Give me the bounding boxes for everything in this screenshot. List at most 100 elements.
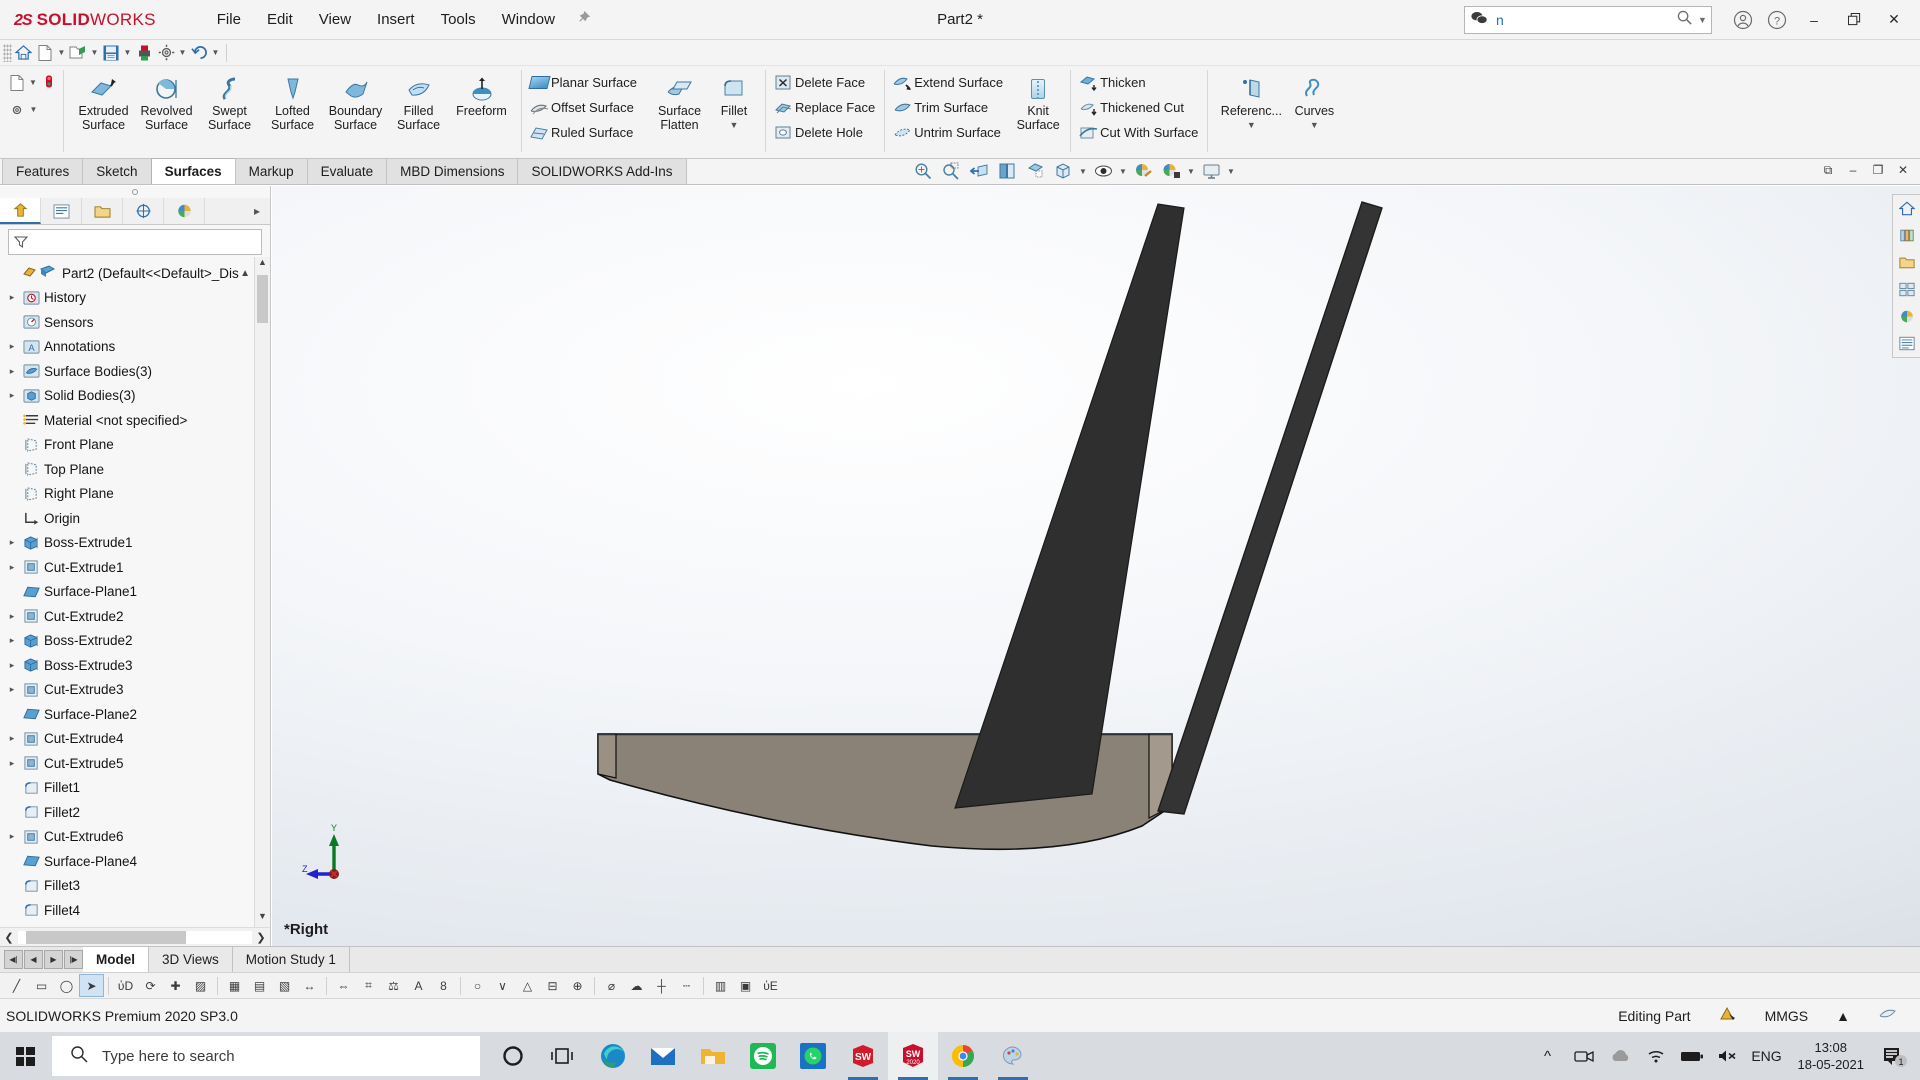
expand-arrow-icon[interactable]: ▸ [4,660,20,671]
search-magnifier-icon[interactable] [1677,10,1692,29]
weld-symbol-icon[interactable]: △ [515,974,540,997]
open-dropdown-caret-icon[interactable]: ▼ [89,48,100,57]
search-dropdown-caret-icon[interactable]: ▼ [1698,15,1707,25]
view-orientation-icon[interactable] [1022,158,1048,184]
panel-tabs-overflow-icon[interactable]: ▸ [254,204,270,218]
tree-node[interactable]: ▸ Solid Bodies(3) [0,384,270,409]
knit-surface-button[interactable]: Knit Surface [1014,69,1062,132]
tree-node[interactable]: Origin [0,506,270,531]
document-minimize-button[interactable]: – [1842,160,1864,180]
rotate-view-icon[interactable]: ⟳ [138,974,163,997]
tree-node[interactable]: Fillet3 [0,874,270,899]
view-palette-icon[interactable] [1893,276,1920,303]
property-manager-tab[interactable] [41,198,82,224]
select-tool-icon[interactable]: ➤ [79,974,104,997]
solidworks-icon[interactable]: SW [838,1032,888,1080]
expand-arrow-icon[interactable]: ▸ [4,366,20,377]
scrollbar-thumb[interactable] [26,931,186,944]
tree-node[interactable]: Fillet4 [0,898,270,923]
feature-tree-scrollbar-vertical[interactable]: ▲ ▼ [254,257,270,927]
expand-arrow-icon[interactable]: ▸ [4,390,20,401]
options-dropdown-caret-icon[interactable]: ▼ [177,48,188,57]
scroll-down-arrow-icon[interactable]: ▼ [255,911,270,927]
solidworks-search-box[interactable]: ▼ [1464,6,1712,34]
save-dropdown-caret-icon[interactable]: ▼ [122,48,133,57]
trim-surface-button[interactable]: Trim Surface [888,95,1009,120]
zoom-to-fit-icon[interactable] [910,158,936,184]
next-tab-button[interactable]: ▶ [44,950,63,969]
offset-surface-button[interactable]: Offset Surface [525,95,643,120]
search-input[interactable] [1496,12,1677,28]
rebuild-icon[interactable] [38,72,60,94]
notifications-icon[interactable]: 1 [1874,1032,1916,1080]
centerline-icon[interactable]: ┄ [674,974,699,997]
volume-muted-icon[interactable] [1710,1032,1746,1080]
tree-root-node[interactable]: Part2 (Default<<Default>_Dis ▲ [0,261,270,286]
tree-node[interactable]: Surface-Plane2 [0,702,270,727]
apply-scene-icon[interactable] [1158,158,1184,184]
expand-arrow-icon[interactable]: ▸ [4,341,20,352]
boundary-surface-button[interactable]: Boundary Surface [324,69,387,132]
expand-arrow-icon[interactable]: ▸ [4,831,20,842]
reference-dropdown-caret-icon[interactable]: ▼ [1247,120,1256,130]
section-view-icon[interactable] [994,158,1020,184]
hole-callout-icon[interactable]: ⌀ [599,974,624,997]
undo-icon[interactable] [188,42,210,64]
solidworks-2020-icon[interactable]: SW 2020 [888,1032,938,1080]
smart-dimension-icon[interactable]: ⇔ [331,974,356,997]
expand-arrow-icon[interactable]: ▸ [4,635,20,646]
window-close-button[interactable]: ✕ [1874,4,1914,36]
fillet-button[interactable]: Fillet ▼ [711,69,757,130]
tab-solidworks-add-ins[interactable]: SOLIDWORKS Add-Ins [517,158,686,184]
filled-surface-button[interactable]: Filled Surface [387,69,450,132]
freeform-button[interactable]: Freeform [450,69,513,118]
expand-arrow-icon[interactable]: ▸ [4,758,20,769]
configuration-manager-tab[interactable] [82,198,123,224]
delete-hole-button[interactable]: Delete Hole [769,120,881,145]
sketch-rectangle-tool-icon[interactable]: ▭ [29,974,54,997]
dimension-icon[interactable]: ↔ [297,974,322,997]
previous-view-icon[interactable] [966,158,992,184]
panel-collapse-handle[interactable] [0,186,270,198]
reference-geometry-button[interactable]: Referenc... ▼ [1216,69,1286,130]
previous-tab-button[interactable]: ◀ [24,950,43,969]
windows-start-icon[interactable] [0,1032,50,1080]
tree-node[interactable]: ▸ Cut-Extrude2 [0,604,270,629]
tree-node[interactable]: ▸ Boss-Extrude3 [0,653,270,678]
section-view-icon[interactable]: ▧ [272,974,297,997]
tree-node[interactable]: Fillet1 [0,776,270,801]
open-icon[interactable] [67,42,89,64]
zoom-tool-icon[interactable]: ὐD [113,974,138,997]
note-icon[interactable]: ὜8 [431,974,456,997]
print-icon[interactable] [133,42,155,64]
cortana-icon[interactable] [488,1032,538,1080]
undo-dropdown-caret-icon[interactable]: ▼ [210,48,221,57]
expand-arrow-icon[interactable]: ▸ [4,733,20,744]
graphics-viewport[interactable]: Y Z *Right [272,186,1920,946]
menu-item-view[interactable]: View [306,7,364,32]
wifi-icon[interactable] [1638,1032,1674,1080]
tab-model[interactable]: Model [83,947,149,973]
display-style-icon[interactable]: ▨ [188,974,213,997]
tree-node[interactable]: ▸ Cut-Extrude3 [0,678,270,703]
replace-face-button[interactable]: Replace Face [769,95,881,120]
onedrive-icon[interactable] [1602,1032,1638,1080]
pin-icon[interactable] [576,10,591,29]
task-view-icon[interactable] [538,1032,588,1080]
window-minimize-button[interactable]: – [1794,4,1834,36]
thicken-button[interactable]: Thicken [1074,70,1204,95]
area-hatch-icon[interactable]: ▥ [708,974,733,997]
curves-dropdown-caret-icon[interactable]: ▼ [1310,120,1319,130]
tree-node[interactable]: Material <not specified> [0,408,270,433]
revolved-surface-button[interactable]: Revolved Surface [135,69,198,132]
block-icon[interactable]: ▣ [733,974,758,997]
menu-item-tools[interactable]: Tools [428,7,489,32]
magnify-icon[interactable]: ὐE [758,974,783,997]
tree-node[interactable]: ▸ Surface Bodies(3) [0,359,270,384]
microsoft-edge-icon[interactable] [588,1032,638,1080]
apply-scene-caret-icon[interactable]: ▼ [1186,167,1196,176]
toolbar-grip[interactable] [3,44,12,62]
options-caret-icon[interactable]: ▼ [28,105,39,114]
tree-node[interactable]: Sensors [0,310,270,335]
balloon-icon[interactable]: ○ [465,974,490,997]
